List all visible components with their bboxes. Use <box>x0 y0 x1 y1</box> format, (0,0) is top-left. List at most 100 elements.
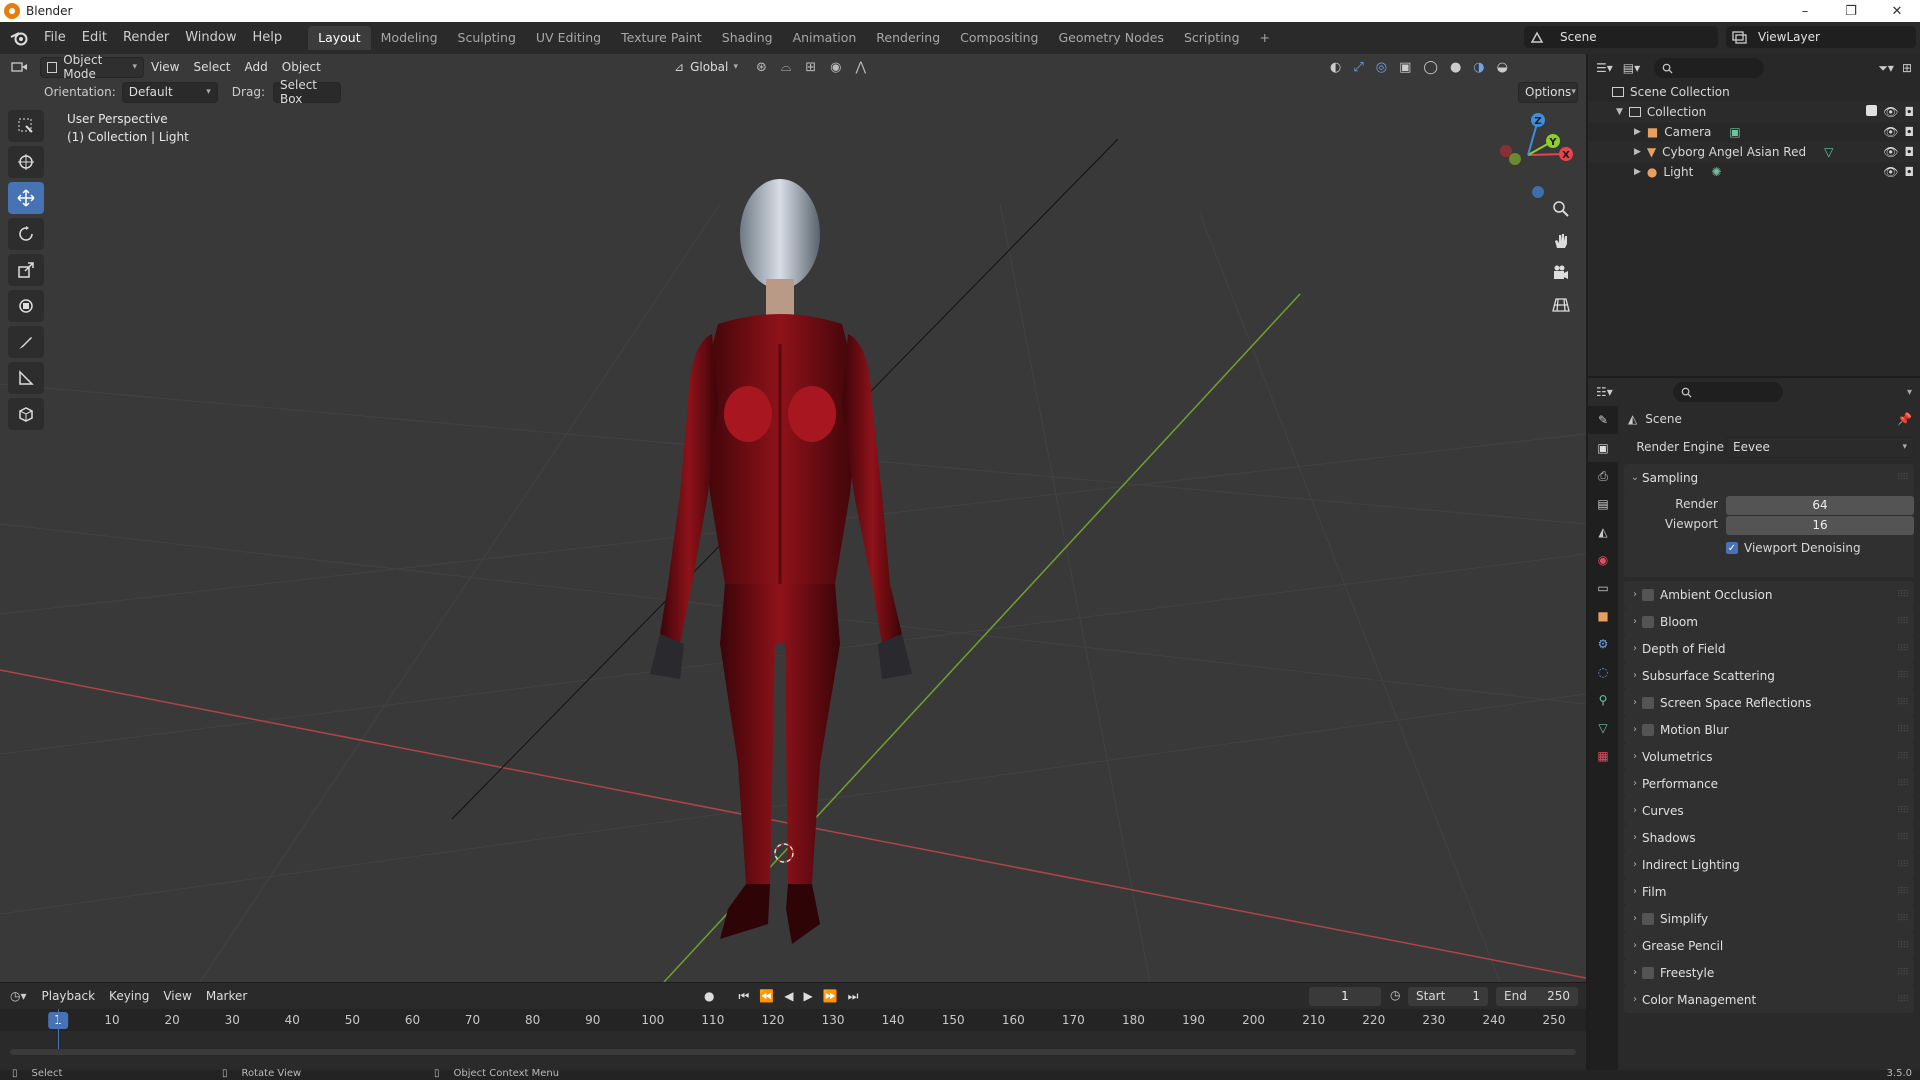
measure-tool[interactable] <box>8 362 44 394</box>
section-enable-checkbox[interactable] <box>1642 966 1654 979</box>
eye-icon[interactable]: 👁 <box>1883 105 1898 119</box>
section-subsurface-scattering[interactable]: › Subsurface Scattering ⠿⠿ <box>1624 662 1914 689</box>
outliner-item-light[interactable]: ▶ ● Light ✺ 👁 ◘ <box>1588 162 1920 182</box>
falloff-icon[interactable]: ⋀ <box>855 60 866 75</box>
section-curves[interactable]: › Curves ⠿⠿ <box>1624 797 1914 824</box>
display-mode-icon[interactable]: ▤▾ <box>1623 61 1640 75</box>
move-tool[interactable] <box>8 182 44 214</box>
section-bloom[interactable]: › Bloom ⠿⠿ <box>1624 608 1914 635</box>
drag-handle-icon[interactable]: ⠿⠿ <box>1897 860 1909 870</box>
gizmo-neg-y[interactable] <box>1509 153 1521 165</box>
scene-selector[interactable]: Scene <box>1524 26 1718 48</box>
editor-type-icon[interactable] <box>0 60 40 74</box>
eye-icon[interactable]: 👁 <box>1883 125 1898 139</box>
perspective-toggle-icon[interactable] <box>1546 290 1576 320</box>
drag-handle-icon[interactable]: ⠿⠿ <box>1897 887 1909 897</box>
drag-dropdown[interactable]: Select Box <box>272 78 341 106</box>
blender-menu-icon[interactable] <box>8 27 30 49</box>
cursor-tool[interactable] <box>8 146 44 178</box>
physics-tab-icon[interactable]: ◌ <box>1588 658 1618 686</box>
outliner-editor-icon[interactable]: ☰▾ <box>1596 61 1613 75</box>
outliner-item-cyborg[interactable]: ▶ ▼ Cyborg Angel Asian Red ▽ 👁 ◘ <box>1588 142 1920 162</box>
collection-tab-icon[interactable]: ▭ <box>1588 574 1618 602</box>
select-box-tool[interactable] <box>8 110 44 142</box>
camera-render-icon[interactable]: ◘ <box>1905 125 1915 139</box>
timeline-menu-playback[interactable]: Playback <box>35 989 103 1003</box>
section-indirect-lighting[interactable]: › Indirect Lighting ⠿⠿ <box>1624 851 1914 878</box>
drag-handle-icon[interactable]: ⠿⠿ <box>1897 698 1909 708</box>
section-enable-checkbox[interactable] <box>1642 615 1654 628</box>
section-freestyle[interactable]: › Freestyle ⠿⠿ <box>1624 959 1914 986</box>
eye-icon[interactable]: 👁 <box>1883 145 1898 159</box>
xray-icon[interactable]: ▣ <box>1399 60 1411 75</box>
section-motion-blur[interactable]: › Motion Blur ⠿⠿ <box>1624 716 1914 743</box>
frame-ruler[interactable]: 1102030405060708090100110120130140150160… <box>0 1009 1586 1031</box>
snap-target-icon[interactable]: ⊞ <box>805 60 816 75</box>
drag-handle-icon[interactable]: ⠿⠿ <box>1897 617 1909 627</box>
modifier-tab-icon[interactable]: ⚙ <box>1588 630 1618 658</box>
section-volumetrics[interactable]: › Volumetrics ⠿⠿ <box>1624 743 1914 770</box>
view-layer-tab-icon[interactable]: ▤ <box>1588 490 1618 518</box>
tool-tab-icon[interactable]: ✎ <box>1588 406 1618 434</box>
timeline-menu-keying[interactable]: Keying <box>102 989 156 1003</box>
pivot-point-icon[interactable]: ⊛ <box>756 60 767 75</box>
object-tab-icon[interactable]: ■ <box>1588 602 1618 630</box>
current-frame-field[interactable]: 1 <box>1309 987 1381 1006</box>
viewport-menu-select[interactable]: Select <box>186 60 237 74</box>
visibility-icon[interactable]: ◐ <box>1330 60 1341 75</box>
viewport-menu-view[interactable]: View <box>144 60 186 74</box>
timeline-menu-marker[interactable]: Marker <box>199 989 254 1003</box>
add-workspace-button[interactable]: + <box>1250 26 1280 50</box>
gizmo-toggle-icon[interactable]: ⤢ <box>1353 60 1363 75</box>
zoom-icon[interactable] <box>1546 194 1576 224</box>
material-preview-icon[interactable]: ◑ <box>1473 60 1484 75</box>
menu-file[interactable]: File <box>36 26 74 50</box>
navigation-gizmo[interactable]: X Y Z <box>1488 110 1578 200</box>
drag-handle-icon[interactable]: ⠿⠿ <box>1897 725 1909 735</box>
play-reverse-icon[interactable]: ◀ <box>784 989 793 1004</box>
drag-handle-icon[interactable]: ⠿⠿ <box>1897 995 1909 1005</box>
pin-icon[interactable]: 📌 <box>1897 412 1912 426</box>
drag-handle-icon[interactable]: ⠿⠿ <box>1897 914 1909 924</box>
outliner-collection[interactable]: ▼ Collection 👁 ◘ <box>1588 102 1920 122</box>
3d-viewport[interactable]: Object Mode ▾ View Select Add Object ⊿ G… <box>0 54 1586 982</box>
next-keyframe-icon[interactable]: ⏩ <box>823 989 838 1004</box>
play-icon[interactable]: ▶ <box>803 989 812 1004</box>
drag-handle-icon[interactable]: ⠿⠿ <box>1897 644 1909 654</box>
timeline-editor-icon[interactable]: ◷▾ <box>10 989 27 1003</box>
tab-rendering[interactable]: Rendering <box>866 26 950 50</box>
outliner-item-camera[interactable]: ▶ ■ Camera ▣ 👁 ◘ <box>1588 122 1920 142</box>
rendered-shading-icon[interactable]: ◒ <box>1497 60 1508 75</box>
section-performance[interactable]: › Performance ⠿⠿ <box>1624 770 1914 797</box>
section-depth-of-field[interactable]: › Depth of Field ⠿⠿ <box>1624 635 1914 662</box>
menu-window[interactable]: Window <box>177 26 244 50</box>
tab-animation[interactable]: Animation <box>783 26 867 50</box>
drag-handle-icon[interactable]: ⠿⠿ <box>1897 779 1909 789</box>
cyborg-character-model[interactable] <box>620 164 950 954</box>
drag-handle-icon[interactable]: ⠿⠿ <box>1897 806 1909 816</box>
menu-help[interactable]: Help <box>245 26 291 50</box>
drag-handle-icon[interactable]: ⠿⠿ <box>1897 968 1909 978</box>
section-shadows[interactable]: › Shadows ⠿⠿ <box>1624 824 1914 851</box>
viewport-samples-field[interactable]: 16 <box>1726 516 1914 535</box>
output-tab-icon[interactable]: ⎙ <box>1588 462 1618 490</box>
section-ambient-occlusion[interactable]: › Ambient Occlusion ⠿⠿ <box>1624 581 1914 608</box>
minimize-button[interactable]: – <box>1782 0 1828 22</box>
proportional-editing-icon[interactable]: ◉ <box>830 60 841 75</box>
camera-view-icon[interactable] <box>1546 258 1576 288</box>
filter-icon[interactable]: ⏷▾ <box>1878 61 1894 76</box>
tab-scripting[interactable]: Scripting <box>1174 26 1250 50</box>
jump-start-icon[interactable]: ⏮ <box>738 989 749 1004</box>
start-frame-field[interactable]: Start 1 <box>1408 987 1488 1006</box>
drag-handle-icon[interactable]: ⠿⠿ <box>1897 473 1909 483</box>
tab-layout[interactable]: Layout <box>308 26 371 50</box>
section-film[interactable]: › Film ⠿⠿ <box>1624 878 1914 905</box>
scale-tool[interactable] <box>8 254 44 286</box>
timeline-menu-view[interactable]: View <box>156 989 198 1003</box>
render-tab-icon[interactable]: ▣ <box>1588 434 1618 462</box>
menu-render[interactable]: Render <box>115 26 177 50</box>
texture-tab-icon[interactable]: ▦ <box>1588 742 1618 770</box>
tab-uv-editing[interactable]: UV Editing <box>526 26 611 50</box>
prev-keyframe-icon[interactable]: ⏪ <box>759 989 774 1004</box>
mode-dropdown[interactable]: Object Mode ▾ <box>40 54 144 81</box>
